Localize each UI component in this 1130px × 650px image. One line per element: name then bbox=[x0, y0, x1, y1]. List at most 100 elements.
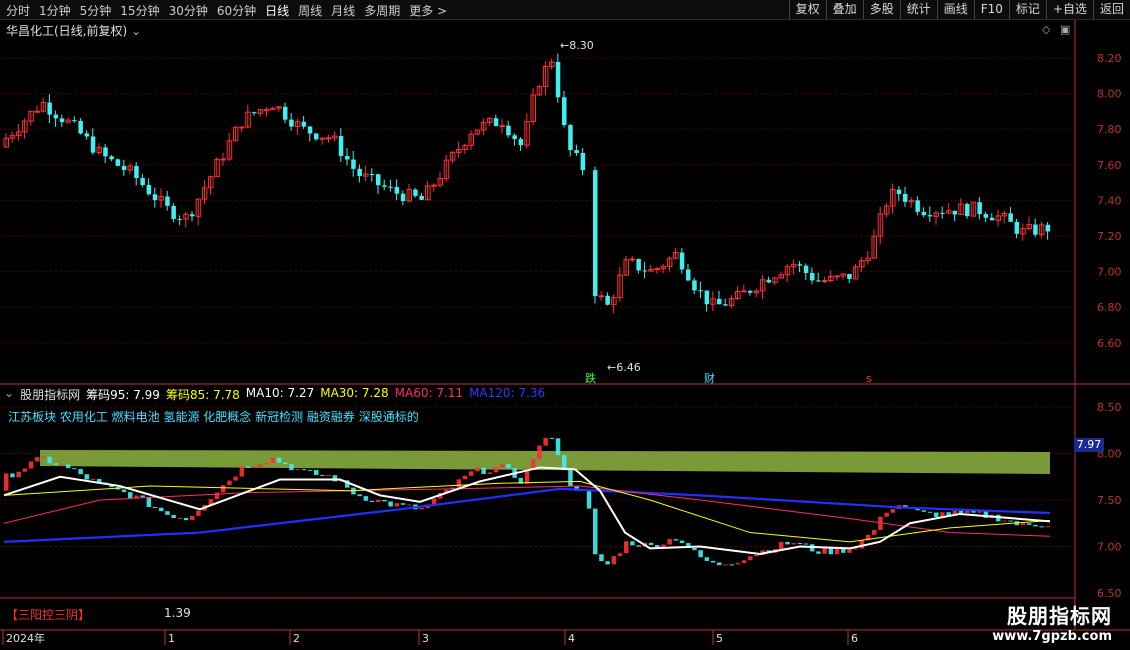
low-price-label: ←6.46 bbox=[607, 361, 641, 374]
indicator-bar bbox=[233, 476, 238, 481]
indicator-bar bbox=[314, 469, 319, 475]
event-marker: 跌 bbox=[585, 371, 596, 385]
candle-body bbox=[605, 295, 610, 305]
candle-body bbox=[146, 184, 152, 195]
candle-body bbox=[698, 290, 703, 292]
indicator-bar bbox=[543, 437, 548, 446]
indicator-tick: 7.50 bbox=[1097, 494, 1122, 507]
period-tab[interactable]: 月线 bbox=[331, 2, 355, 19]
indicator-bar bbox=[47, 456, 52, 464]
indicator-bar bbox=[493, 467, 499, 473]
tool-button[interactable]: F10 bbox=[973, 0, 1009, 19]
candle-body bbox=[692, 280, 697, 291]
indicator-bar bbox=[500, 463, 505, 468]
price-tick: 6.60 bbox=[1097, 337, 1122, 350]
indicator-bar bbox=[1039, 526, 1044, 528]
period-tab[interactable]: 5分钟 bbox=[80, 2, 112, 19]
tool-button[interactable]: 多股 bbox=[862, 0, 900, 19]
indicator-bar bbox=[531, 459, 536, 469]
timeline-label: 1 bbox=[168, 632, 175, 645]
period-tab[interactable]: 1分钟 bbox=[39, 2, 71, 19]
candle-body bbox=[518, 139, 524, 146]
indicator-bar bbox=[593, 508, 598, 555]
candle-body bbox=[152, 194, 158, 201]
period-tab[interactable]: 更多 > bbox=[409, 2, 447, 19]
indicator-bar bbox=[890, 509, 896, 513]
indicator-bar bbox=[1002, 520, 1007, 522]
indicator-bar bbox=[407, 504, 412, 506]
indicator-bar bbox=[617, 553, 623, 557]
indicator-bar bbox=[376, 499, 381, 503]
indicator-bar bbox=[562, 455, 567, 470]
period-tab[interactable]: 15分钟 bbox=[120, 2, 159, 19]
indicator-bar bbox=[599, 554, 604, 562]
candle-body bbox=[345, 156, 350, 160]
period-tab[interactable]: 多周期 bbox=[364, 2, 400, 19]
period-tab[interactable]: 60分钟 bbox=[217, 2, 256, 19]
watermark-logo: 股朋指标网 www.7gpzb.com bbox=[992, 600, 1112, 644]
settings-chevron-icon[interactable]: ⌄ bbox=[4, 386, 14, 403]
candle-body bbox=[239, 126, 245, 129]
indicator-bar bbox=[704, 557, 710, 561]
candle-body bbox=[351, 159, 356, 169]
tool-button[interactable]: 返回 bbox=[1092, 0, 1130, 19]
indicator-bar bbox=[853, 548, 858, 550]
event-marker: s bbox=[866, 372, 872, 385]
indicator-value: MA120: 7.36 bbox=[469, 386, 546, 400]
tool-button[interactable]: 标记 bbox=[1008, 0, 1046, 19]
candle-body bbox=[748, 290, 753, 293]
diamond-icon[interactable]: ◇ bbox=[1042, 23, 1050, 36]
candle-body bbox=[562, 97, 567, 126]
indicator-bar bbox=[673, 539, 679, 541]
kline-chart-area[interactable]: 8.20 8.00 7.80 7.60 7.40 7.20 7.00 6.80 6.60 8.50… bbox=[0, 20, 1130, 650]
tool-button[interactable]: 复权 bbox=[788, 0, 826, 19]
candle-body bbox=[816, 280, 821, 282]
candle-body bbox=[140, 178, 145, 185]
indicator-bar bbox=[177, 517, 183, 519]
indicator-bar bbox=[196, 510, 201, 516]
indicator-bar bbox=[59, 464, 65, 466]
period-tab[interactable]: 周线 bbox=[298, 2, 322, 19]
period-tab[interactable]: 分时 bbox=[6, 2, 30, 19]
indicator-bar bbox=[822, 547, 827, 554]
indicator-bar bbox=[394, 503, 400, 507]
tool-button[interactable]: 叠加 bbox=[825, 0, 863, 19]
chevron-down-icon[interactable]: ⌄ bbox=[131, 24, 141, 38]
indicator-bar bbox=[717, 562, 722, 566]
indicator-bar bbox=[72, 468, 77, 470]
candle-body bbox=[940, 212, 945, 214]
indicator-bar bbox=[221, 485, 226, 493]
indicator-bar bbox=[748, 556, 753, 561]
indicator-bar bbox=[605, 561, 610, 565]
indicator-bar bbox=[171, 514, 176, 519]
period-tab[interactable]: 30分钟 bbox=[169, 2, 208, 19]
indicator-bar bbox=[382, 499, 387, 502]
indicator-bar bbox=[816, 551, 821, 554]
candle-body bbox=[109, 156, 114, 160]
indicator-bar bbox=[679, 540, 685, 544]
indicator-bar bbox=[568, 469, 573, 487]
chip-band bbox=[40, 450, 1050, 474]
indicator-value: 筹码95: 7.99 bbox=[86, 388, 160, 402]
timeline-label: 4 bbox=[568, 632, 575, 645]
tool-button[interactable]: 统计 bbox=[899, 0, 937, 19]
indicator-bar bbox=[1045, 526, 1051, 528]
indicator-bar bbox=[586, 489, 592, 509]
panel-toggle-icon[interactable]: ▣ bbox=[1060, 23, 1070, 36]
timeline-label: 5 bbox=[716, 632, 723, 645]
candle-body bbox=[394, 187, 400, 194]
candle-body bbox=[369, 173, 375, 175]
tool-button[interactable]: +自选 bbox=[1045, 0, 1093, 19]
indicator-bar bbox=[90, 478, 96, 480]
candle-body bbox=[338, 136, 344, 157]
indicator-bar bbox=[611, 556, 617, 565]
indicator-bar bbox=[84, 474, 90, 480]
tool-button[interactable]: 画线 bbox=[936, 0, 974, 19]
indicator-bar bbox=[624, 541, 629, 554]
candle-body bbox=[53, 114, 59, 119]
period-tab[interactable]: 日线 bbox=[265, 2, 289, 19]
indicator-bar bbox=[934, 512, 939, 517]
indicator-bar bbox=[400, 503, 406, 505]
candle-body bbox=[636, 259, 641, 271]
candle-body bbox=[1008, 213, 1013, 222]
